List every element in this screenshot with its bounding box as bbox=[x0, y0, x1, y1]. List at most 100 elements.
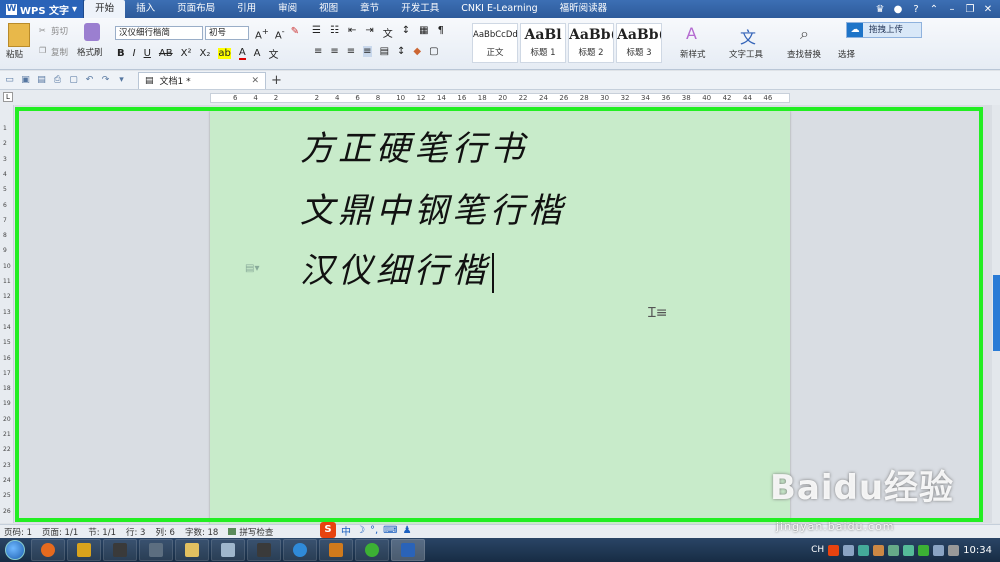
tab-home[interactable]: 开始 bbox=[84, 0, 126, 18]
tray-icon-3[interactable] bbox=[858, 544, 870, 556]
tab-view[interactable]: 视图 bbox=[308, 0, 349, 18]
phonetic-icon[interactable]: 文 bbox=[269, 46, 279, 61]
skin-icon[interactable]: ♛ bbox=[872, 4, 888, 15]
horizontal-ruler[interactable]: 6 4 2 2 4 6 8 10 12 14 16 18 20 22 24 26 28 30 32 34 36 38 40 4… bbox=[210, 93, 790, 103]
tab-developer[interactable]: 开发工具 bbox=[390, 0, 450, 18]
close-tab-icon[interactable]: ✕ bbox=[251, 76, 259, 86]
document-tab[interactable]: ▤ 文档1 * ✕ bbox=[138, 71, 266, 89]
qat-dropdown-icon[interactable]: ▾ bbox=[116, 75, 127, 86]
copy-button[interactable]: 复制 bbox=[51, 46, 68, 58]
print-icon[interactable]: ⎙ bbox=[52, 75, 63, 86]
export-pdf-icon[interactable]: ▤ bbox=[36, 75, 47, 86]
save-icon[interactable]: ▣ bbox=[20, 75, 31, 86]
font-size-select[interactable]: 初号 bbox=[205, 26, 249, 40]
sogou-ime-icon[interactable]: S bbox=[320, 522, 336, 538]
taskbar-app-6[interactable] bbox=[211, 539, 245, 561]
sort-icon[interactable]: ↕ bbox=[402, 25, 410, 40]
sogou-tray-icon[interactable] bbox=[828, 544, 840, 556]
align-left-icon[interactable]: ≡ bbox=[314, 46, 322, 57]
style-normal[interactable]: AaBbCcDd 正文 bbox=[472, 23, 518, 63]
vertical-scrollbar[interactable] bbox=[992, 105, 1000, 523]
taskbar-explorer[interactable] bbox=[175, 539, 209, 561]
redo-icon[interactable]: ↷ bbox=[100, 75, 111, 86]
minimize-icon[interactable]: – bbox=[944, 4, 960, 15]
help-icon[interactable]: ? bbox=[908, 4, 924, 15]
justify-icon[interactable]: ≡ bbox=[363, 46, 372, 57]
chinese-layout-icon[interactable]: 文 bbox=[383, 25, 393, 40]
taskbar-app-7[interactable] bbox=[247, 539, 281, 561]
app-menu-button[interactable]: W WPS 文字 ▾ bbox=[0, 0, 85, 18]
taskbar-app-9[interactable] bbox=[319, 539, 353, 561]
clock[interactable]: 10:34 bbox=[963, 545, 992, 556]
italic-icon[interactable]: I bbox=[133, 48, 136, 59]
open-icon[interactable]: ▭ bbox=[4, 75, 15, 86]
network-tray-icon[interactable] bbox=[933, 544, 945, 556]
taskbar-firefox[interactable] bbox=[31, 539, 65, 561]
restore-icon[interactable]: ❐ bbox=[962, 4, 978, 15]
tray-icon-6[interactable] bbox=[903, 544, 915, 556]
paragraph-handle-icon[interactable]: ▤▾ bbox=[245, 263, 259, 274]
shading-icon[interactable]: ◆ bbox=[413, 46, 421, 57]
close-icon[interactable]: ✕ bbox=[980, 4, 996, 15]
taskbar-wps[interactable] bbox=[391, 539, 425, 561]
underline-icon[interactable]: U bbox=[144, 48, 151, 59]
distribute-icon[interactable]: ▤ bbox=[380, 46, 389, 57]
input-language[interactable]: CH bbox=[811, 545, 824, 555]
strikethrough-icon[interactable]: AB bbox=[159, 48, 173, 59]
tab-review[interactable]: 审阅 bbox=[267, 0, 308, 18]
document-page[interactable]: 方正硬笔行书 文鼎中钢笔行楷 汉仪细行楷 ▤▾ Ɪ≡ bbox=[210, 111, 790, 529]
tab-section[interactable]: 章节 bbox=[349, 0, 390, 18]
scrollbar-thumb[interactable] bbox=[993, 275, 1000, 351]
paste-button[interactable]: 粘贴 bbox=[6, 48, 23, 60]
ime-mode[interactable]: 中 bbox=[341, 523, 351, 538]
align-center-icon[interactable]: ≡ bbox=[330, 46, 338, 57]
vertical-ruler[interactable]: 1 2 3 4 5 6 7 8 9 10 11 12 13 14 15 16 17 18 19 20 21 22 23 24 2… bbox=[0, 105, 14, 523]
taskbar-ie[interactable] bbox=[283, 539, 317, 561]
line-spacing-icon[interactable]: ↕ bbox=[397, 46, 405, 57]
highlight-icon[interactable]: ab bbox=[218, 48, 231, 59]
start-button[interactable] bbox=[0, 538, 30, 562]
taskbar-app-4[interactable] bbox=[139, 539, 173, 561]
print-preview-icon[interactable]: ▢ bbox=[68, 75, 79, 86]
tab-stop-selector[interactable]: L bbox=[3, 92, 13, 102]
find-replace-button[interactable]: 查找替换 bbox=[787, 48, 821, 60]
account-icon[interactable]: ● bbox=[890, 4, 906, 15]
document-line-1[interactable]: 方正硬笔行书 bbox=[300, 121, 528, 170]
format-painter-button[interactable]: 格式刷 bbox=[77, 46, 103, 58]
spell-check-toggle[interactable]: 拼写检查 bbox=[228, 526, 273, 538]
taskbar-app-3[interactable] bbox=[103, 539, 137, 561]
show-marks-icon[interactable]: ¶ bbox=[438, 25, 444, 40]
taskbar-app-2[interactable] bbox=[67, 539, 101, 561]
table-icon[interactable]: ▦ bbox=[419, 25, 428, 40]
tray-icon-4[interactable] bbox=[873, 544, 885, 556]
char-shading-icon[interactable]: A bbox=[254, 48, 261, 59]
wechat-tray-icon[interactable] bbox=[918, 544, 930, 556]
user-icon[interactable]: ♟ bbox=[403, 525, 412, 536]
tab-insert[interactable]: 插入 bbox=[125, 0, 166, 18]
decrease-indent-icon[interactable]: ⇤ bbox=[348, 25, 356, 40]
select-button[interactable]: 选择 bbox=[838, 48, 855, 60]
style-heading-3[interactable]: AaBb( 标题 3 bbox=[616, 23, 662, 63]
tab-page-layout[interactable]: 页面布局 bbox=[166, 0, 226, 18]
clear-format-icon[interactable]: ✎ bbox=[291, 26, 299, 41]
document-line-3[interactable]: 汉仪细行楷 bbox=[300, 243, 494, 293]
taskbar-wechat[interactable] bbox=[355, 539, 389, 561]
tab-cnki[interactable]: CNKI E-Learning bbox=[450, 0, 548, 18]
align-right-icon[interactable]: ≡ bbox=[347, 46, 355, 57]
text-tools-button[interactable]: 文字工具 bbox=[729, 48, 763, 60]
font-color-icon[interactable]: A bbox=[238, 47, 246, 60]
volume-tray-icon[interactable] bbox=[948, 544, 960, 556]
bold-icon[interactable]: B bbox=[117, 48, 125, 59]
upload-button[interactable]: ☁ 拖拽上传 bbox=[846, 22, 922, 38]
increase-indent-icon[interactable]: ⇥ bbox=[365, 25, 373, 40]
tab-references[interactable]: 引用 bbox=[226, 0, 267, 18]
numbering-icon[interactable]: ☷ bbox=[330, 25, 339, 40]
new-style-button[interactable]: 新样式 bbox=[680, 48, 706, 60]
status-words[interactable]: 字数: 18 bbox=[185, 526, 218, 538]
style-heading-1[interactable]: AaBl 标题 1 bbox=[520, 23, 566, 63]
collapse-ribbon-icon[interactable]: ⌃ bbox=[926, 4, 942, 15]
tray-icon-5[interactable] bbox=[888, 544, 900, 556]
undo-icon[interactable]: ↶ bbox=[84, 75, 95, 86]
bullets-icon[interactable]: ☰ bbox=[312, 25, 321, 40]
document-line-2[interactable]: 文鼎中钢笔行楷 bbox=[300, 183, 566, 232]
